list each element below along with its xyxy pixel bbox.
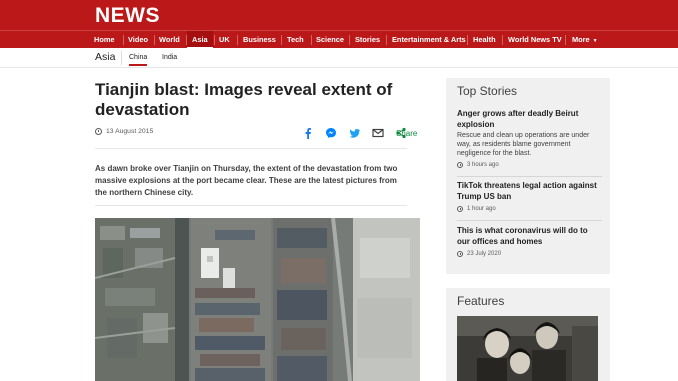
story-item[interactable]: TikTok threatens legal action against Tr… bbox=[457, 180, 602, 212]
subnav-india[interactable]: India bbox=[162, 54, 177, 61]
divider bbox=[95, 148, 407, 149]
share-button[interactable]: Share bbox=[396, 129, 417, 138]
nav-tech[interactable]: Tech bbox=[283, 31, 308, 49]
clock-icon bbox=[457, 206, 463, 212]
article-headline: Tianjin blast: Images reveal extent of d… bbox=[95, 80, 393, 119]
nav-science[interactable]: Science bbox=[312, 31, 348, 49]
nav-divider bbox=[565, 35, 566, 45]
feature-photo[interactable] bbox=[457, 316, 598, 381]
nav-more[interactable]: More ▼ bbox=[568, 31, 602, 49]
nav-world-news-tv[interactable]: World News TV bbox=[504, 31, 566, 49]
nav-uk[interactable]: UK bbox=[215, 31, 234, 49]
caret-down-icon: ▼ bbox=[592, 38, 598, 44]
nav-divider bbox=[349, 35, 350, 45]
story-title[interactable]: Anger grows after deadly Beirut explosio… bbox=[457, 108, 602, 130]
nav-divider bbox=[502, 35, 503, 45]
clock-icon bbox=[457, 162, 463, 168]
messenger-icon[interactable] bbox=[325, 127, 337, 139]
nav-entertainment-arts[interactable]: Entertainment & Arts bbox=[388, 31, 470, 49]
facebook-icon[interactable] bbox=[304, 127, 312, 139]
article-date-text: 13 August 2015 bbox=[106, 128, 154, 135]
features-title: Features bbox=[457, 294, 505, 308]
story-summary: Rescue and clean up operations are under… bbox=[457, 132, 590, 157]
twitter-icon[interactable] bbox=[349, 127, 361, 139]
clock-icon bbox=[95, 128, 102, 135]
nav-video[interactable]: Video bbox=[124, 31, 152, 49]
top-stories-title: Top Stories bbox=[457, 84, 518, 98]
story-time-text: 23 July 2020 bbox=[467, 251, 502, 257]
nav-asia[interactable]: Asia bbox=[187, 31, 213, 49]
divider bbox=[457, 176, 602, 177]
subnav-china[interactable]: China bbox=[129, 54, 148, 66]
feature-image bbox=[457, 316, 598, 381]
story-time: 23 July 2020 bbox=[457, 251, 602, 257]
clock-icon bbox=[457, 251, 463, 257]
main-nav: Home Video World Asia UK Business Tech S… bbox=[0, 30, 678, 49]
nav-divider bbox=[237, 35, 238, 45]
divider bbox=[457, 220, 602, 221]
nav-health[interactable]: Health bbox=[469, 31, 500, 49]
article-intro: As dawn broke over Tianjin on Thursday, … bbox=[95, 164, 398, 197]
story-time-text: 3 hours ago bbox=[467, 162, 499, 168]
nav-business[interactable]: Business bbox=[239, 31, 280, 49]
nav-divider bbox=[467, 35, 468, 45]
satellite-photo bbox=[95, 218, 420, 381]
article-date: 13 August 2015 bbox=[95, 128, 153, 135]
subnav-divider bbox=[121, 51, 122, 65]
news-logo[interactable]: NEWS bbox=[95, 4, 160, 28]
nav-stories[interactable]: Stories bbox=[351, 31, 384, 49]
email-icon[interactable] bbox=[372, 127, 384, 139]
nav-home[interactable]: Home bbox=[90, 31, 119, 49]
satellite-image bbox=[95, 218, 420, 381]
nav-divider bbox=[386, 35, 387, 45]
nav-more-label: More bbox=[572, 35, 590, 44]
story-item[interactable]: This is what coronavirus will do to our … bbox=[457, 225, 602, 257]
story-time: 3 hours ago bbox=[457, 162, 602, 168]
story-title[interactable]: TikTok threatens legal action against Tr… bbox=[457, 180, 602, 202]
divider bbox=[95, 205, 407, 206]
section-subnav: Asia China India bbox=[0, 48, 678, 68]
site-header: NEWS Home Video World Asia UK Business T… bbox=[0, 0, 678, 49]
story-title[interactable]: This is what coronavirus will do to our … bbox=[457, 225, 602, 247]
section-title[interactable]: Asia bbox=[95, 51, 115, 63]
nav-world[interactable]: World bbox=[155, 31, 184, 49]
nav-divider bbox=[281, 35, 282, 45]
story-time-text: 1 hour ago bbox=[467, 206, 496, 212]
story-time: 1 hour ago bbox=[457, 206, 602, 212]
story-item[interactable]: Anger grows after deadly Beirut explosio… bbox=[457, 108, 602, 168]
